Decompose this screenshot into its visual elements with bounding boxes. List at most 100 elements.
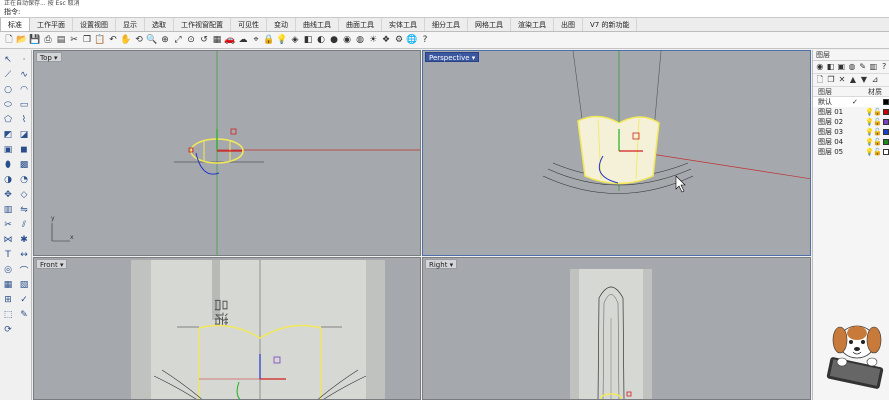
fillet-icon[interactable]: ◔ [17, 173, 31, 187]
tab-mesh-tools[interactable]: 网格工具 [468, 18, 511, 31]
light-tab-icon[interactable]: ✎ [858, 62, 868, 72]
light-bulb-icon[interactable]: 💡 [276, 34, 288, 46]
freeform-icon[interactable]: ⌇ [17, 113, 31, 127]
scale-icon[interactable]: ◇ [17, 188, 31, 202]
delete-layer-icon[interactable]: ✕ [837, 75, 847, 85]
check-icon[interactable]: ✓ [17, 293, 31, 307]
materials-icon[interactable]: ❖ [380, 34, 392, 46]
layer-row[interactable]: 图层 05 💡 🔓 [813, 147, 889, 157]
cage-icon[interactable]: ⬚ [1, 308, 15, 322]
ellipse-icon[interactable]: ⬭ [1, 98, 15, 112]
boolean-icon[interactable]: ◑ [1, 173, 15, 187]
save-icon[interactable]: 💾 [29, 34, 41, 46]
trim-icon[interactable]: ✂ [1, 218, 15, 232]
visibility-bulb-icon[interactable]: 💡 [865, 117, 874, 127]
plugins-icon[interactable]: ⚙ [393, 34, 405, 46]
tab-set-view[interactable]: 设置视图 [73, 18, 116, 31]
curvature-icon[interactable]: ⌒ [17, 263, 31, 277]
tab-render-tools[interactable]: 渲染工具 [511, 18, 554, 31]
layer-row[interactable]: 图层 01 💡 🔓 [813, 107, 889, 117]
cloud-icon[interactable]: ☁ [237, 34, 249, 46]
osnap-icon[interactable]: ⌖ [250, 34, 262, 46]
move-up-icon[interactable]: ▲ [848, 75, 858, 85]
surface-icon[interactable]: ◩ [1, 128, 15, 142]
help-icon[interactable]: ? [419, 34, 431, 46]
mirror-icon[interactable]: ⇋ [17, 203, 31, 217]
move-down-icon[interactable]: ▼ [859, 75, 869, 85]
libraries-tab-icon[interactable]: ▥ [869, 62, 879, 72]
analyze-icon[interactable]: ◎ [1, 263, 15, 277]
cut-icon[interactable]: ✂ [68, 34, 80, 46]
zoom-icon[interactable]: 🔍 [146, 34, 158, 46]
undo-icon[interactable]: ↶ [107, 34, 119, 46]
viewport-label-right[interactable]: Right ▾ [425, 259, 458, 269]
viewport-label-perspective[interactable]: Perspective ▾ [425, 52, 480, 62]
layer-color-swatch[interactable] [883, 99, 889, 105]
join-icon[interactable]: ⋈ [1, 233, 15, 247]
polyline-icon[interactable]: ⟋ [1, 68, 15, 82]
layer-color-swatch[interactable] [883, 149, 889, 155]
render-icon[interactable]: ◍ [354, 34, 366, 46]
rectangle-icon[interactable]: ▭ [17, 98, 31, 112]
tab-display[interactable]: 显示 [116, 18, 145, 31]
visibility-bulb-icon[interactable]: 💡 [865, 107, 874, 117]
tab-solid-tools[interactable]: 实体工具 [382, 18, 425, 31]
select-arrow-icon[interactable]: ↖ [1, 53, 15, 67]
grid-snap-icon[interactable]: ⊞ [1, 293, 15, 307]
print-icon[interactable]: ⎙ [42, 34, 54, 46]
visibility-bulb-icon[interactable]: 💡 [865, 137, 874, 147]
display-tab-icon[interactable]: ▣ [836, 62, 846, 72]
zoom-window-icon[interactable]: ⊕ [159, 34, 171, 46]
lock-icon[interactable]: 🔒 [263, 34, 275, 46]
open-file-icon[interactable]: 📂 [16, 34, 28, 46]
viewport-front[interactable]: Front ▾ 吕诺 [33, 257, 421, 400]
transform-icon[interactable]: ✥ [1, 188, 15, 202]
mesh-icon[interactable]: ▩ [17, 158, 31, 172]
visibility-bulb-icon[interactable]: 💡 [865, 147, 874, 157]
split-icon[interactable]: ⫽ [17, 218, 31, 232]
globe-icon[interactable]: 🌐 [406, 34, 418, 46]
undo-view-icon[interactable]: ↺ [198, 34, 210, 46]
viewport-label-top[interactable]: Top ▾ [36, 52, 62, 62]
copy-icon[interactable]: ❐ [81, 34, 93, 46]
unlock-icon[interactable]: 🔓 [873, 127, 882, 137]
grid-icon[interactable]: ▦ [211, 34, 223, 46]
tab-workplane[interactable]: 工作平面 [30, 18, 73, 31]
viewport-right[interactable]: Right ▾ [422, 257, 811, 400]
tab-subd-tools[interactable]: 细分工具 [425, 18, 468, 31]
car-icon[interactable]: 🚗 [224, 34, 236, 46]
block-icon[interactable]: ▧ [17, 278, 31, 292]
new-file-icon[interactable]: 🗋 [3, 34, 15, 46]
layer-color-swatch[interactable] [883, 109, 889, 115]
tab-surface-tools[interactable]: 曲面工具 [339, 18, 382, 31]
box-icon[interactable]: ▣ [1, 143, 15, 157]
brush-icon[interactable]: ✎ [17, 308, 31, 322]
shaded-sphere-icon[interactable]: ● [328, 34, 340, 46]
zoom-selected-icon[interactable]: ⊙ [185, 34, 197, 46]
layout-icon[interactable]: ▦ [1, 278, 15, 292]
rendered-sphere-icon[interactable]: ◉ [341, 34, 353, 46]
unlock-icon[interactable]: 🔓 [873, 147, 882, 157]
layer-row[interactable]: 图层 03 💡 🔓 [813, 127, 889, 137]
properties-tab-icon[interactable]: ◉ [815, 62, 825, 72]
command-line[interactable]: 指令: [0, 7, 889, 18]
import-icon[interactable]: ▤ [55, 34, 67, 46]
unlock-icon[interactable]: 🔓 [873, 137, 882, 147]
layer-color-swatch[interactable] [883, 129, 889, 135]
curve-icon[interactable]: ∿ [17, 68, 31, 82]
tab-curve-tools[interactable]: 曲线工具 [296, 18, 339, 31]
paste-icon[interactable]: 📋 [94, 34, 106, 46]
layer-color-swatch[interactable] [883, 119, 889, 125]
properties-icon[interactable]: ◈ [289, 34, 301, 46]
polygon-icon[interactable]: ⬠ [1, 113, 15, 127]
text-icon[interactable]: T [1, 248, 15, 262]
solid-icon[interactable]: ◼ [17, 143, 31, 157]
surface-edge-icon[interactable]: ◪ [17, 128, 31, 142]
tab-visibility[interactable]: 可见性 [231, 18, 267, 31]
help-tab-icon[interactable]: ? [879, 62, 889, 72]
color-wheel-icon[interactable]: ◐ [315, 34, 327, 46]
new-sublayer-icon[interactable]: ❐ [826, 75, 836, 85]
zoom-extents-icon[interactable]: ⤢ [172, 34, 184, 46]
unlock-icon[interactable]: 🔓 [873, 117, 882, 127]
cylinder-icon[interactable]: ⬮ [1, 158, 15, 172]
